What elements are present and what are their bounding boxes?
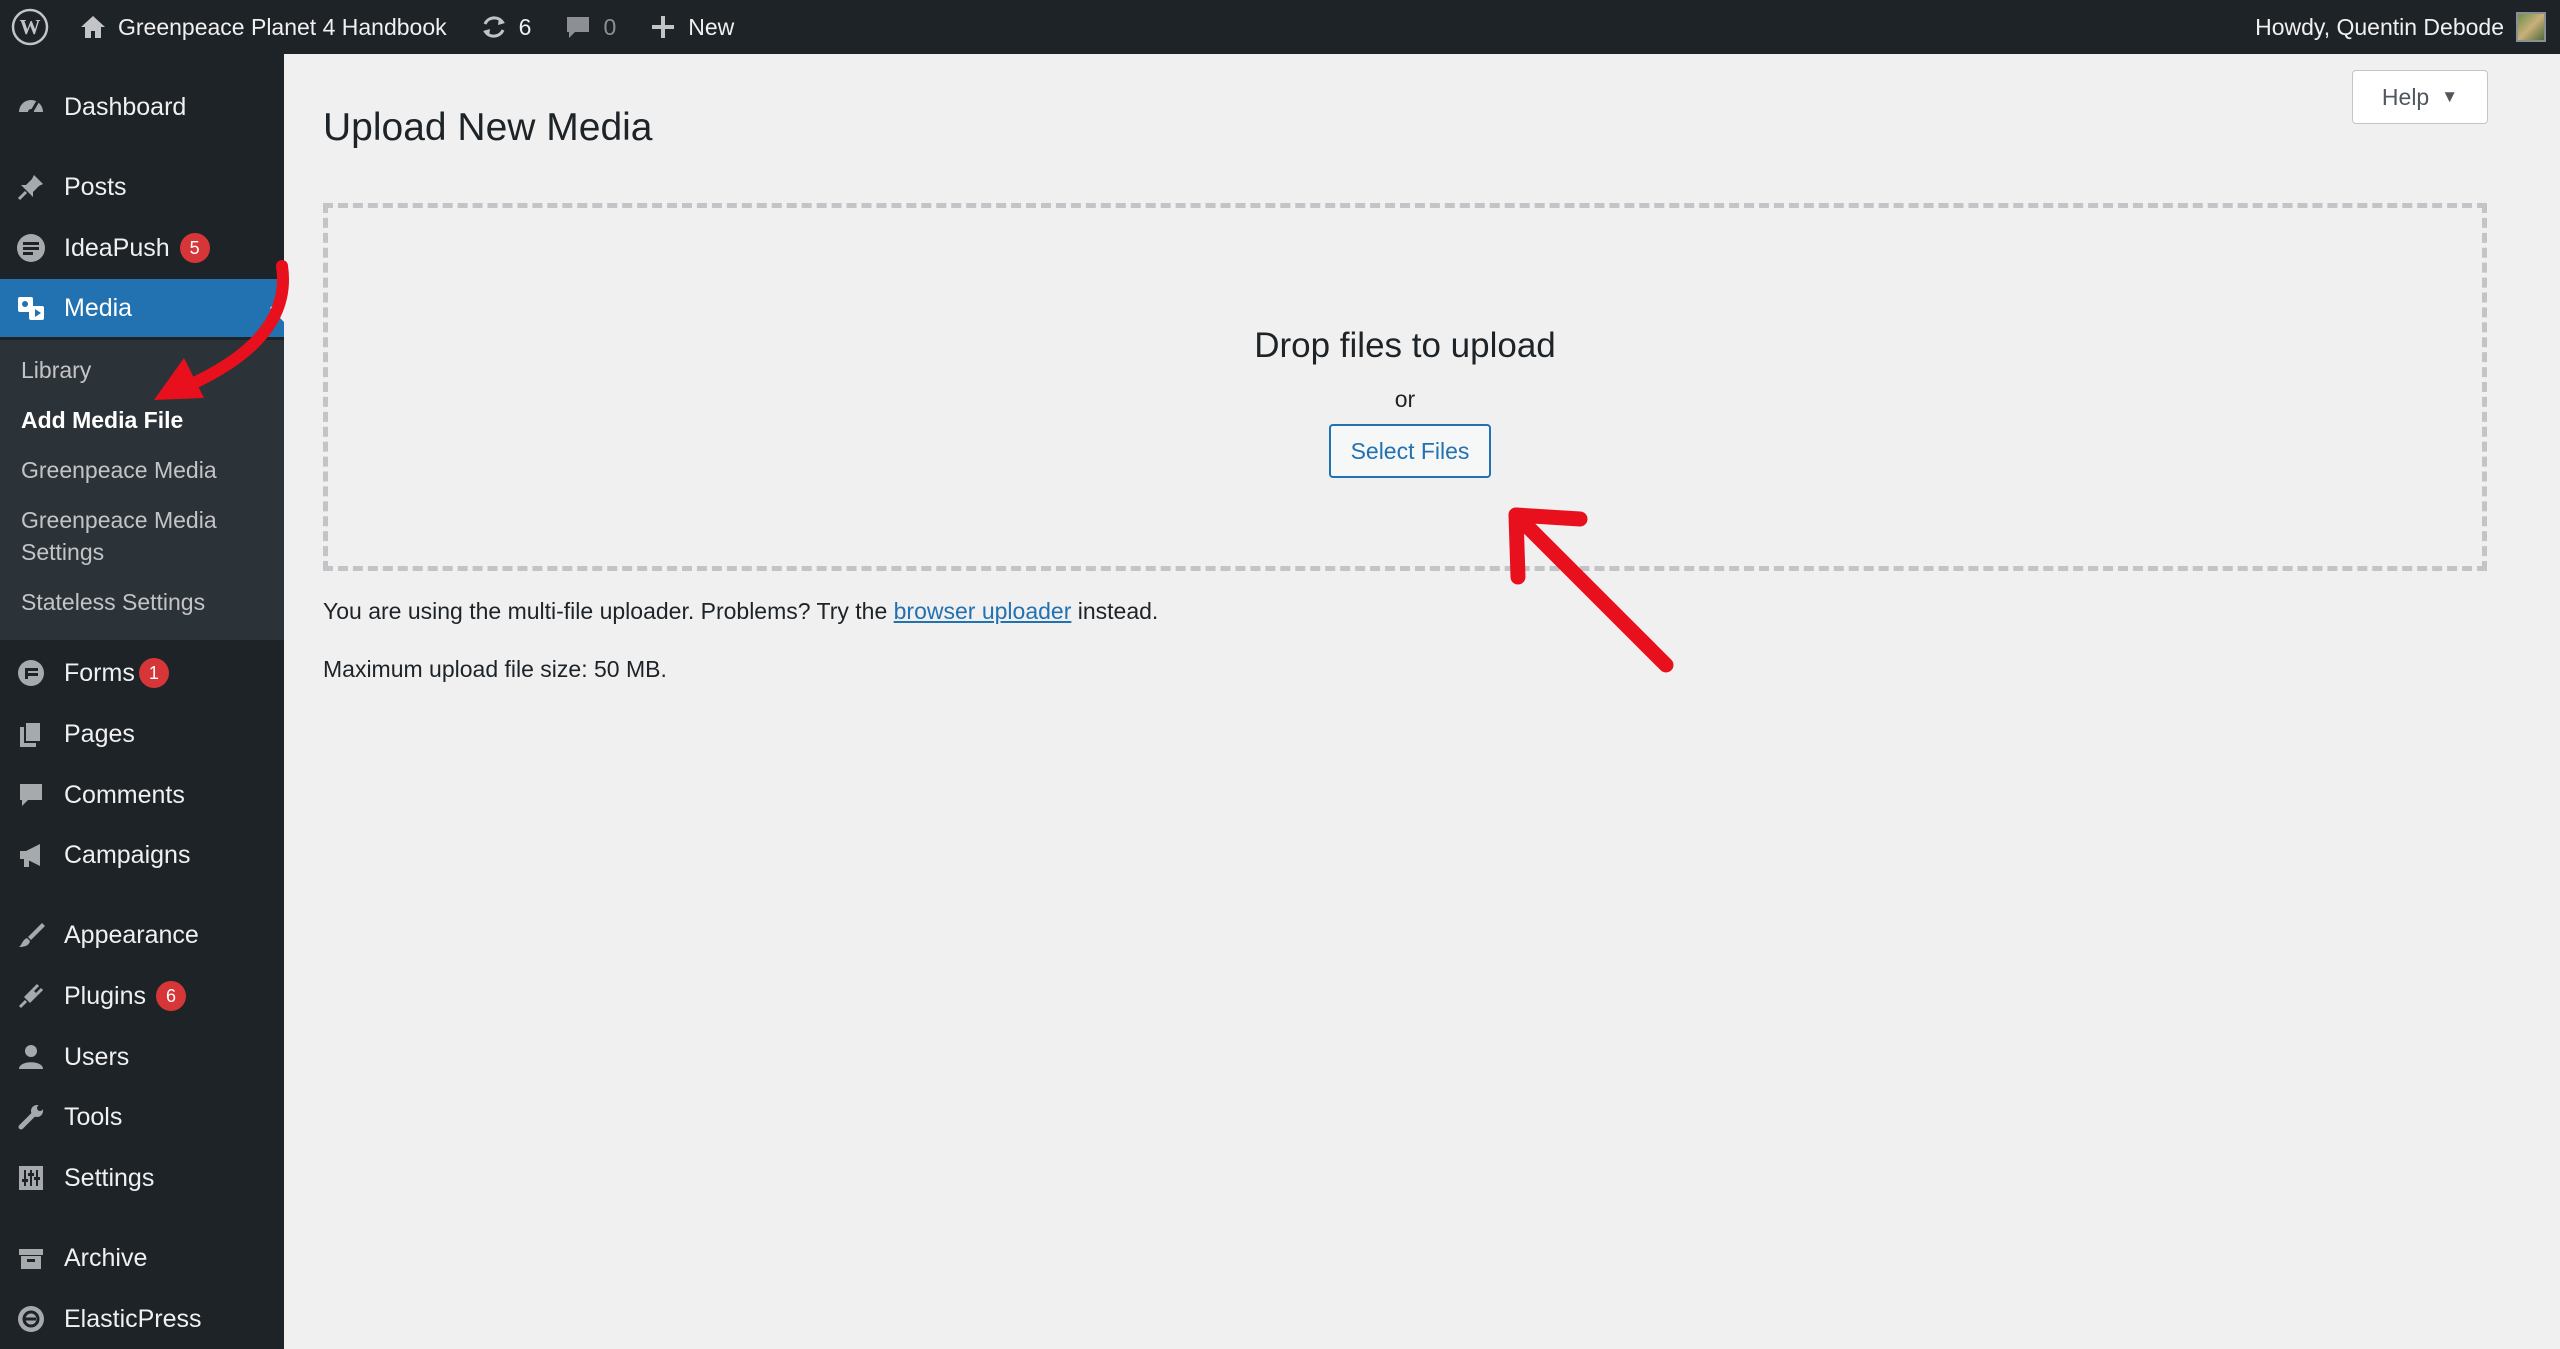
dashboard-icon: [14, 90, 48, 124]
ideapush-icon: [14, 231, 48, 265]
menu-label: ElasticPress: [64, 1304, 202, 1333]
annotation-arrow-to-add-media: [154, 260, 289, 400]
select-files-button[interactable]: Select Files: [1329, 424, 1491, 478]
pin-icon: [14, 170, 48, 204]
menu-label: Users: [64, 1042, 130, 1071]
drop-zone[interactable]: Drop files to upload or Select Files: [323, 203, 2487, 571]
comments-count: 0: [603, 13, 617, 40]
new-content-link[interactable]: New: [632, 0, 750, 54]
menu-elasticpress[interactable]: ElasticPress: [0, 1290, 284, 1348]
menu-posts[interactable]: Posts: [0, 158, 284, 216]
menu-label: Settings: [64, 1163, 155, 1192]
my-account-link[interactable]: Howdy, Quentin Debode: [2239, 0, 2560, 54]
menu-label: Pages: [64, 719, 135, 748]
svg-text:W: W: [20, 15, 41, 39]
menu-archive[interactable]: Archive: [0, 1229, 284, 1287]
submenu-greenpeace-media[interactable]: Greenpeace Media: [21, 454, 271, 486]
browser-uploader-link[interactable]: browser uploader: [894, 598, 1072, 624]
help-button[interactable]: Help ▼: [2352, 70, 2488, 124]
notice-text: You are using the multi-file uploader. P…: [323, 598, 888, 624]
menu-plugins[interactable]: Plugins 6: [0, 967, 284, 1025]
home-icon: [81, 16, 105, 38]
menu-comments[interactable]: Comments: [0, 766, 284, 824]
menu-campaigns[interactable]: Campaigns: [0, 826, 284, 884]
menu-tools[interactable]: Tools: [0, 1088, 284, 1146]
updates-link[interactable]: 6: [463, 0, 548, 54]
settings-icon: [14, 1161, 48, 1195]
user-icon: [14, 1040, 48, 1074]
site-name-link[interactable]: Greenpeace Planet 4 Handbook: [72, 0, 463, 54]
annotation-arrow-to-select-files: [1508, 507, 1674, 673]
max-upload-size: Maximum upload file size: 50 MB.: [323, 656, 667, 682]
menu-label: Dashboard: [64, 92, 187, 121]
wrench-icon: [14, 1100, 48, 1134]
menu-settings[interactable]: Settings: [0, 1149, 284, 1207]
menu-label: Appearance: [64, 920, 199, 949]
avatar: [2516, 12, 2546, 42]
notification-badge: 6: [156, 981, 186, 1011]
greeting: Howdy, Quentin Debode: [2255, 13, 2504, 40]
notification-badge: 1: [138, 658, 169, 688]
plugin-icon: [14, 979, 48, 1013]
menu-pages[interactable]: Pages: [0, 705, 284, 763]
comment-bubble-icon: [567, 17, 590, 38]
caret-down-icon: ▼: [2441, 87, 2459, 106]
menu-label: Tools: [64, 1102, 123, 1131]
menu-label: Plugins: [64, 981, 146, 1010]
plus-icon: [652, 16, 675, 38]
menu-appearance[interactable]: Appearance: [0, 906, 284, 964]
drop-title: Drop files to upload: [1254, 326, 1556, 365]
submenu-greenpeace-media-settings[interactable]: Greenpeace Media Settings: [21, 504, 271, 568]
wordpress-icon: W: [11, 8, 49, 46]
drop-or-label: or: [1394, 386, 1416, 412]
help-label: Help: [2381, 83, 2430, 110]
menu-label: Forms: [64, 658, 135, 687]
menu-label: Campaigns: [64, 840, 191, 869]
menu-users[interactable]: Users: [0, 1028, 284, 1086]
archive-icon: [14, 1241, 48, 1275]
menu-label: Comments: [64, 780, 185, 809]
forms-icon: [14, 656, 48, 690]
comment-icon: [14, 778, 48, 812]
brush-icon: [14, 918, 48, 952]
page-title: Upload New Media: [323, 106, 653, 149]
menu-label: Media: [64, 293, 133, 322]
media-icon: [14, 291, 48, 325]
uploader-notice: You are using the multi-file uploader. P…: [323, 598, 1158, 625]
refresh-icon: [482, 16, 505, 38]
site-name: Greenpeace Planet 4 Handbook: [118, 13, 447, 40]
new-label: New: [688, 13, 735, 40]
updates-count: 6: [518, 13, 532, 40]
menu-label: Archive: [64, 1243, 148, 1272]
menu-dashboard[interactable]: Dashboard: [0, 78, 284, 136]
notice-suffix: instead.: [1077, 598, 1159, 624]
elasticpress-icon: [14, 1302, 48, 1336]
wordpress-logo-button[interactable]: W: [0, 0, 72, 54]
submenu-stateless-settings[interactable]: Stateless Settings: [21, 586, 271, 618]
megaphone-icon: [14, 838, 48, 872]
menu-label: Posts: [64, 172, 127, 201]
admin-bar: W Greenpeace Planet 4 Handbook 6 0 New H…: [0, 0, 2560, 54]
menu-forms[interactable]: Forms 1: [0, 644, 284, 702]
pages-icon: [14, 717, 48, 751]
comments-link[interactable]: 0: [547, 0, 632, 54]
